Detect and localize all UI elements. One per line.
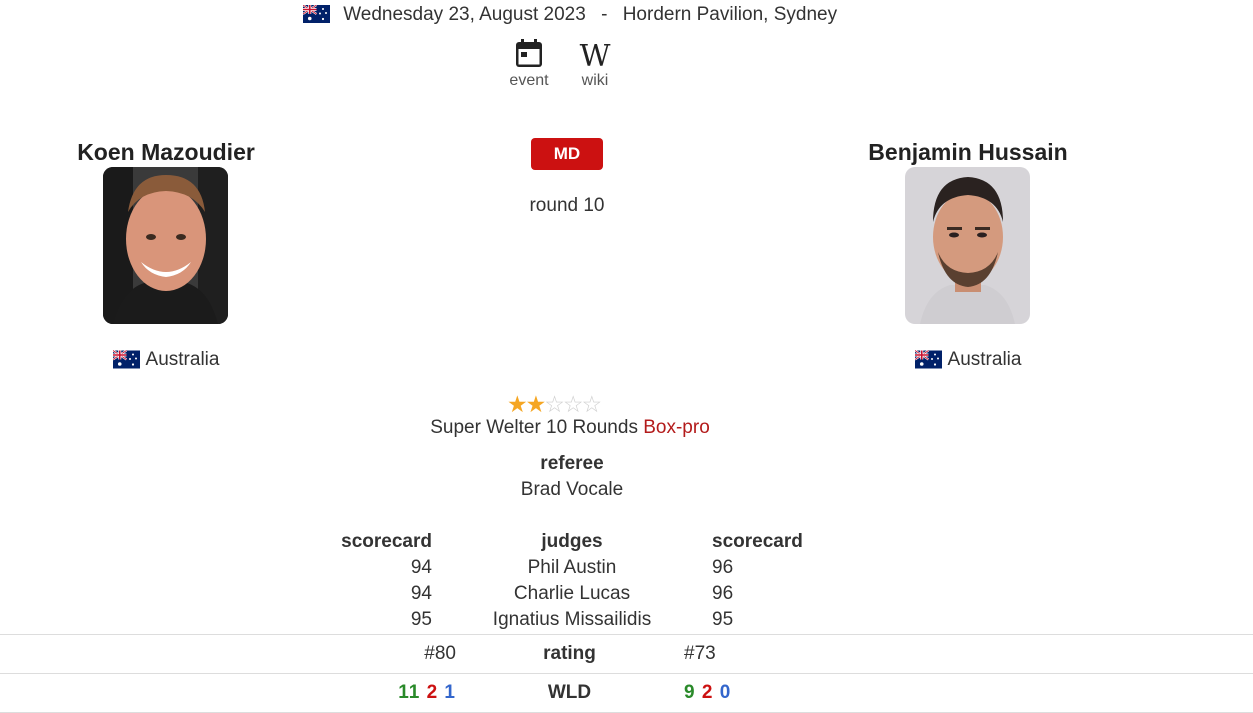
wld-label: WLD (547, 682, 592, 703)
scorecard-left-header: scorecard (341, 531, 432, 552)
event-date: Wednesday 23, August 2023 (343, 4, 586, 25)
fighter-left-name[interactable]: Koen Mazoudier (16, 139, 316, 166)
fighter-right-name[interactable]: Benjamin Hussain (818, 139, 1118, 166)
fighter-right-record: 9 2 0 (684, 682, 784, 704)
wins-count: 9 (684, 682, 696, 703)
fighter-right-country: Australia (818, 349, 1118, 375)
referee-name[interactable]: Brad Vocale (467, 479, 677, 501)
star-filled-icon[interactable]: ★ (526, 391, 547, 417)
method-badge: MD (531, 138, 603, 170)
bout-rating-stars[interactable]: ★★☆☆☆ (507, 391, 627, 417)
score-right: 96 (712, 583, 734, 604)
score-left: 94 (410, 583, 432, 604)
losses-count: 2 (701, 682, 714, 703)
draws-count: 0 (719, 682, 732, 703)
event-header: Wednesday 23, August 2023 - Hordern Pavi… (0, 4, 1140, 28)
event-venue: Hordern Pavilion, Sydney (622, 4, 838, 25)
bout-type-link[interactable]: Box-pro (643, 417, 710, 438)
score-right: 95 (712, 609, 734, 630)
star-empty-icon[interactable]: ☆ (582, 391, 603, 417)
fighter-left-country: Australia (16, 349, 316, 375)
australia-flag-icon (302, 4, 330, 29)
australia-flag-icon (913, 349, 942, 375)
divider (0, 634, 1253, 635)
wikipedia-icon: W (579, 39, 611, 74)
scorecard-right-header: scorecard (712, 531, 803, 552)
draws-count: 1 (444, 682, 456, 703)
losses-count: 2 (426, 682, 439, 703)
event-link-label: event (509, 72, 549, 89)
score-left: 94 (410, 557, 432, 578)
wiki-link[interactable]: W wiki (560, 40, 630, 90)
judge-name[interactable]: Charlie Lucas (467, 583, 677, 605)
fighter-right-rank: #73 (684, 643, 716, 664)
fighter-right-country-name: Australia (947, 349, 1022, 370)
wins-count: 11 (398, 682, 421, 703)
star-empty-icon[interactable]: ☆ (544, 391, 565, 417)
calendar-icon (516, 39, 542, 72)
fighter-left-photo[interactable] (103, 167, 228, 324)
round-text: round 10 (529, 195, 605, 216)
judge-name[interactable]: Phil Austin (467, 557, 677, 579)
wiki-link-label: wiki (581, 72, 609, 89)
rating-label: rating (543, 643, 596, 664)
fighter-right-photo[interactable] (905, 167, 1030, 324)
star-filled-icon[interactable]: ★ (507, 391, 528, 417)
fighter-left-rank: #80 (424, 643, 456, 664)
fighter-left-country-name: Australia (145, 349, 220, 370)
fighter-left-record: 11 2 1 (300, 682, 456, 704)
weight-class-line: Super Welter 10 Rounds Box-pro (320, 417, 820, 439)
score-left: 95 (410, 609, 432, 630)
star-empty-icon[interactable]: ☆ (563, 391, 584, 417)
referee-label: referee (540, 453, 604, 474)
weight-rounds: Super Welter 10 Rounds (430, 417, 638, 438)
score-right: 96 (712, 557, 734, 578)
divider (0, 673, 1253, 674)
australia-flag-icon (111, 349, 140, 375)
judge-name[interactable]: Ignatius Missailidis (467, 609, 677, 631)
judges-header: judges (541, 531, 603, 552)
event-link[interactable]: event (494, 39, 564, 90)
separator: - (601, 4, 608, 25)
